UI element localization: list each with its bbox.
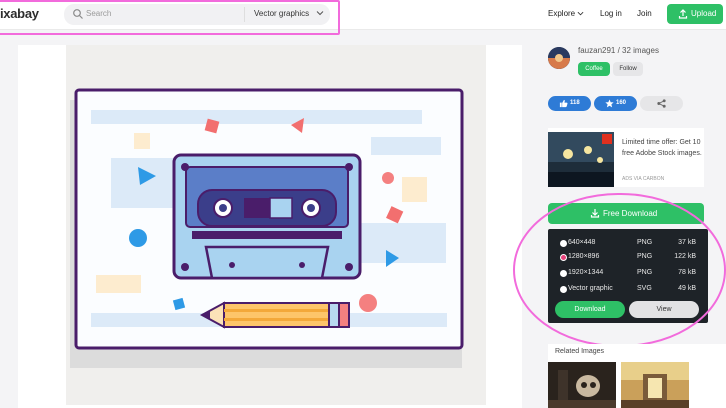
cassette-illustration (66, 45, 486, 405)
ad-image[interactable] (548, 132, 614, 187)
upload-button[interactable]: Upload (667, 4, 723, 24)
related-image-graphic (548, 362, 616, 408)
ad-text[interactable]: Limited time offer: Get 10 free Adobe St… (622, 137, 704, 159)
image-preview-panel (18, 45, 522, 408)
vector-image[interactable] (66, 45, 486, 405)
ad-image-graphic (548, 132, 614, 187)
share-icon (657, 99, 666, 108)
related-images-title: Related Images (555, 348, 605, 355)
avatar[interactable] (548, 47, 570, 69)
page: ixabay Search Vector graphics Explore Lo… (0, 0, 726, 408)
top-header: ixabay Search Vector graphics Explore Lo… (0, 0, 726, 35)
search-highlight-annotation (0, 0, 340, 35)
avatar-image (548, 47, 570, 69)
nav-join[interactable]: Join (637, 9, 652, 18)
nav-explore[interactable]: Explore (548, 9, 575, 18)
related-images-section: Related Images (548, 344, 726, 408)
nav-login[interactable]: Log in (600, 9, 622, 18)
like-count: 118 (570, 100, 580, 106)
upload-label: Upload (691, 9, 717, 18)
share-button[interactable] (640, 96, 683, 111)
ad-block[interactable]: Limited time offer: Get 10 free Adobe St… (548, 128, 704, 187)
related-image[interactable] (548, 362, 616, 408)
related-image-graphic (621, 362, 689, 408)
like-button[interactable]: 118 (548, 96, 591, 111)
upload-icon (678, 9, 688, 19)
favorite-count: 160 (616, 100, 627, 106)
ad-via[interactable]: ADS VIA CARBON (622, 176, 664, 182)
download-highlight-annotation (513, 193, 726, 347)
coffee-button[interactable]: Coffee (578, 62, 610, 76)
favorite-button[interactable]: 160 (594, 96, 637, 111)
chevron-down-icon (577, 11, 584, 16)
star-icon (605, 99, 614, 108)
follow-button[interactable]: Follow (613, 62, 643, 76)
related-image[interactable] (621, 362, 689, 408)
author-name[interactable]: fauzan291 / 32 images (578, 46, 659, 55)
thumbs-up-icon (559, 99, 568, 108)
